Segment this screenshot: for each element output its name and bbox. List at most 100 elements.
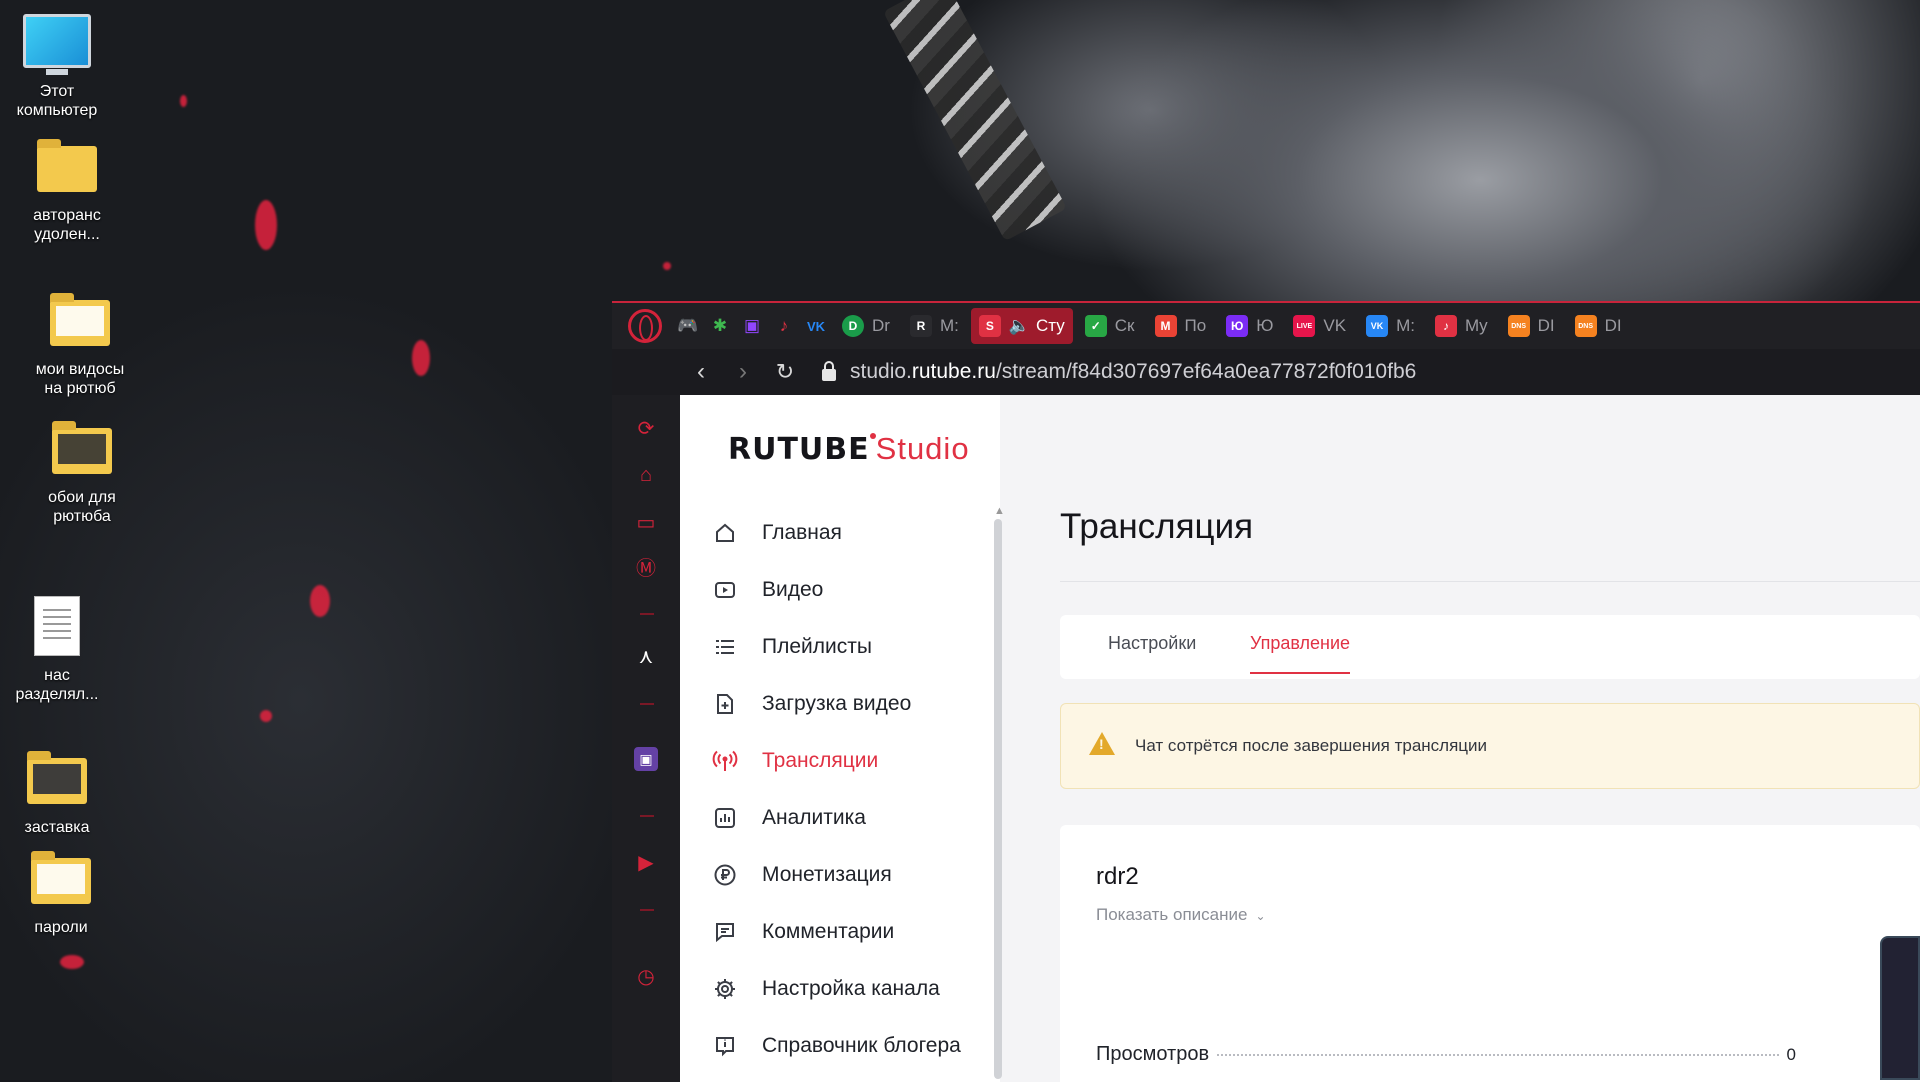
- browser-tab-active[interactable]: S 🔈 Сту: [970, 308, 1073, 344]
- desktop-icon-label: авторанс удолен...: [33, 207, 101, 243]
- tab-favicon: DNS: [1507, 315, 1530, 337]
- folder-icon: [50, 293, 110, 346]
- sidebar-scrollbar[interactable]: ▲: [994, 505, 1005, 1082]
- browser-tab[interactable]: M По: [1147, 308, 1215, 344]
- tab-label: По: [1184, 316, 1207, 335]
- tab-label: Ю: [1256, 316, 1274, 335]
- gear-icon: [712, 976, 738, 1002]
- nav-item-blogger-guide[interactable]: Справочник блогера: [712, 1026, 961, 1066]
- desktop-icon-label: мои видосы на рютюб: [35, 361, 125, 397]
- views-value: 0: [1786, 1045, 1796, 1064]
- desktop-icon-folder[interactable]: обои для рютюба: [27, 421, 137, 526]
- browser-tab[interactable]: ✓ Ск: [1077, 308, 1143, 344]
- desktop-icon-this-pc[interactable]: Этот компьютер: [2, 14, 112, 120]
- show-description-label: Показать описание: [1096, 905, 1248, 924]
- nav-label: Настройка канала: [762, 977, 940, 1000]
- tab-settings[interactable]: Настройки: [1108, 633, 1196, 654]
- wallpaper-ember: [260, 710, 272, 722]
- nav-item-broadcasts[interactable]: Трансляции: [712, 741, 878, 781]
- url-field[interactable]: studio.rutube.ru/stream/f84d307697ef64a0…: [850, 360, 1416, 384]
- browser-tab[interactable]: VK M:: [1358, 308, 1423, 344]
- url-prefix: studio.: [850, 360, 912, 383]
- bag-icon[interactable]: ⌂: [634, 463, 658, 487]
- tab-manage[interactable]: Управление: [1250, 633, 1351, 674]
- opera-menu-icon[interactable]: [628, 309, 662, 343]
- tab-favicon: ✓: [1084, 315, 1107, 337]
- info-icon: [712, 1033, 738, 1059]
- wallpaper-ember: [412, 340, 430, 376]
- nav-item-channel-settings[interactable]: Настройка канала: [712, 969, 940, 1009]
- views-row: Просмотров 0: [1096, 1043, 1796, 1066]
- scroll-thumb[interactable]: [994, 519, 1002, 1079]
- url-path: /stream/f84d307697ef64a0ea77872f0f010fb6: [995, 360, 1417, 383]
- nav-item-video[interactable]: Видео: [712, 570, 823, 610]
- url-domain: rutube.ru: [911, 360, 996, 383]
- speaker-icon[interactable]: 🔈: [1009, 316, 1030, 336]
- browser-tab[interactable]: Ю Ю: [1218, 308, 1281, 344]
- desktop-icon-folder[interactable]: пароли: [6, 851, 116, 937]
- screen-icon[interactable]: ▭: [634, 511, 658, 535]
- tab-favicon: M: [1154, 315, 1177, 337]
- nav-item-monetization[interactable]: Монетизация: [712, 855, 892, 895]
- nav-item-analytics[interactable]: Аналитика: [712, 798, 866, 838]
- nav-label: Трансляции: [762, 749, 879, 772]
- desktop-icon-folder[interactable]: заставка: [2, 751, 112, 837]
- tab-label: Dr: [872, 316, 890, 335]
- desktop-icon-document[interactable]: нас разделял...: [2, 596, 112, 704]
- music-icon[interactable]: ♪: [770, 312, 798, 340]
- vk-icon[interactable]: VK: [802, 312, 830, 340]
- tab-label: My: [1464, 316, 1488, 335]
- aria-icon[interactable]: ⋏: [634, 645, 658, 669]
- tab-label: Ск: [1114, 316, 1135, 335]
- desktop-icon-label: пароли: [34, 919, 88, 936]
- ruble-icon: [712, 862, 738, 888]
- tab-favicon: DNS: [1574, 315, 1597, 337]
- twitch-icon[interactable]: ▣: [738, 312, 766, 340]
- nav-label: Монетизация: [762, 863, 892, 886]
- title-divider: [1060, 581, 1920, 582]
- browser-tab[interactable]: LIVE VK: [1285, 308, 1354, 344]
- upload-icon: [712, 691, 738, 717]
- gamepad-icon[interactable]: 🎮: [674, 312, 702, 340]
- nav-label: Комментарии: [762, 920, 895, 943]
- stream-card: rdr2 Показать описание ⌄ Просмотров 0: [1060, 825, 1920, 1082]
- twitch-sidebar-icon[interactable]: ▣: [634, 747, 658, 771]
- forward-icon[interactable]: ›: [722, 358, 764, 386]
- player-icon[interactable]: ▶: [634, 851, 658, 875]
- page-title: Трансляция: [1060, 507, 1254, 546]
- browser-tab[interactable]: R M:: [902, 308, 967, 344]
- playlist-icon: [712, 634, 738, 660]
- sidebar-divider: [640, 613, 654, 615]
- nav-item-upload[interactable]: Загрузка видео: [712, 684, 911, 724]
- logo-sub: Studio: [875, 431, 970, 466]
- tab-favicon: R: [909, 315, 932, 337]
- browser-tab[interactable]: DNS DI: [1567, 308, 1630, 344]
- address-bar: ‹ › ↻ studio.rutube.ru/stream/f84d307697…: [612, 349, 1920, 395]
- show-description-toggle[interactable]: Показать описание ⌄: [1096, 905, 1266, 925]
- scroll-up-icon[interactable]: ▲: [994, 505, 1005, 517]
- folder-icon: [31, 851, 91, 904]
- browser-tab[interactable]: ♪ My: [1427, 308, 1496, 344]
- desktop-icon-folder[interactable]: мои видосы на рютюб: [25, 293, 135, 398]
- mail-icon[interactable]: Ⓜ: [634, 557, 658, 581]
- desktop-icon-label: обои для рютюба: [48, 489, 116, 525]
- browser-tab[interactable]: DNS DI: [1500, 308, 1563, 344]
- back-icon[interactable]: ‹: [680, 358, 722, 386]
- tab-label: M:: [939, 316, 959, 335]
- rutube-studio-logo[interactable]: RUTUBE Studio: [728, 431, 970, 467]
- reload-icon[interactable]: ↻: [764, 359, 806, 385]
- browser-tab[interactable]: D Dr: [834, 308, 898, 344]
- sidebar-divider: [640, 815, 654, 817]
- nav-item-playlists[interactable]: Плейлисты: [712, 627, 872, 667]
- lock-icon[interactable]: [822, 361, 836, 381]
- nav-item-home[interactable]: Главная: [712, 513, 842, 553]
- extension-icon[interactable]: ✱: [706, 312, 734, 340]
- history-icon[interactable]: ◷: [634, 965, 658, 989]
- tab-favicon: Ю: [1226, 315, 1249, 337]
- nav-item-comments[interactable]: Комментарии: [712, 912, 894, 952]
- desktop-icon-folder[interactable]: авторанс удолен...: [12, 139, 122, 244]
- tab-favicon: S: [978, 315, 1001, 337]
- desktop-icon-label: Этот компьютер: [16, 83, 98, 119]
- tab-favicon: ♪: [1434, 315, 1457, 337]
- speed-dial-icon[interactable]: ⟳: [634, 417, 658, 441]
